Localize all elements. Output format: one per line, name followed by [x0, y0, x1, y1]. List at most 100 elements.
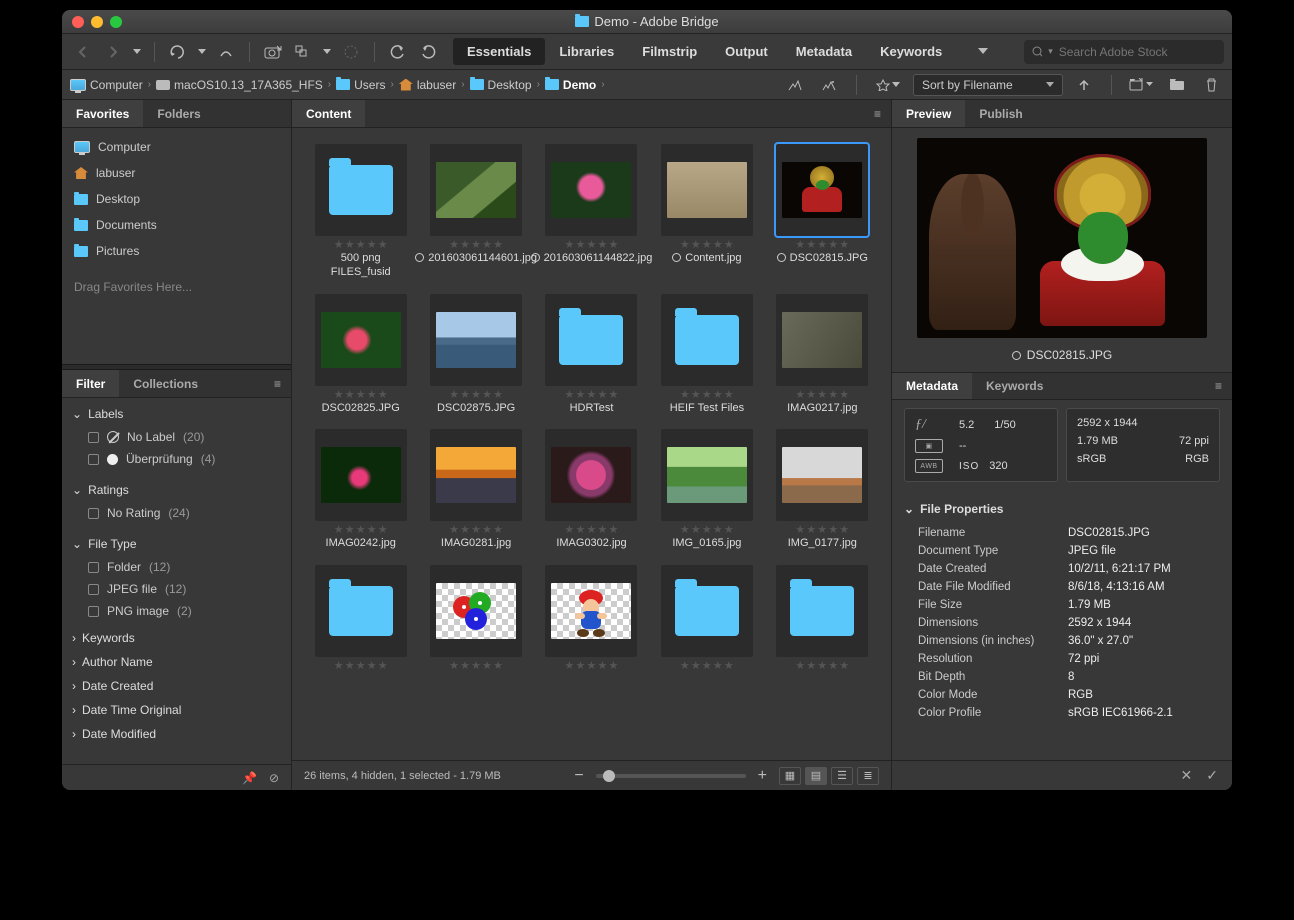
favorite-item[interactable]: Desktop [62, 186, 291, 212]
refine-dropdown[interactable] [320, 40, 334, 64]
breadcrumb[interactable]: Computer [70, 78, 143, 92]
workspace-metadata[interactable]: Metadata [782, 38, 866, 65]
rating-stars[interactable]: ★★★★★ [564, 240, 618, 250]
filter-section-header[interactable]: ›Author Name [62, 650, 291, 674]
thumbnail-quality-2-button[interactable] [816, 73, 842, 97]
filter-opt-jpeg[interactable]: JPEG file (12) [62, 578, 291, 600]
folder-item[interactable]: ★★★★★ [308, 565, 413, 673]
image-item[interactable]: ★★★★★201603061144822.jpg [539, 144, 644, 280]
filter-opt-norating[interactable]: No Rating (24) [62, 502, 291, 524]
favorite-item[interactable]: Pictures [62, 238, 291, 264]
view-grid-lock-button[interactable]: ▦ [779, 767, 801, 785]
thumbnail[interactable] [545, 144, 637, 236]
preview-image[interactable] [917, 138, 1207, 338]
stock-search[interactable]: ▾ [1024, 40, 1224, 64]
panel-menu-icon[interactable]: ≡ [264, 370, 291, 397]
workspace-keywords[interactable]: Keywords [866, 38, 956, 65]
view-thumbnails-button[interactable]: ▤ [805, 767, 827, 785]
favorite-item[interactable]: Computer [62, 134, 291, 160]
filter-opt-nolabel[interactable]: No Label (20) [62, 426, 291, 448]
workspace-essentials[interactable]: Essentials [453, 38, 545, 65]
filter-section-header[interactable]: ›Date Time Original [62, 698, 291, 722]
rating-stars[interactable]: ★★★★★ [564, 661, 618, 671]
image-item[interactable]: ★★★★★IMAG0302.jpg [539, 429, 644, 551]
thumbnail[interactable] [430, 565, 522, 657]
open-recent-button[interactable] [1126, 73, 1156, 97]
filter-filetype-header[interactable]: ⌄File Type [62, 532, 291, 556]
thumbnail[interactable] [661, 429, 753, 521]
rating-stars[interactable]: ★★★★★ [449, 390, 503, 400]
checkbox[interactable] [88, 562, 99, 573]
tab-preview[interactable]: Preview [892, 100, 965, 127]
rating-stars[interactable]: ★★★★★ [795, 661, 849, 671]
view-list-button[interactable]: ≣ [857, 767, 879, 785]
thumbnail[interactable] [430, 429, 522, 521]
tab-folders[interactable]: Folders [143, 100, 214, 127]
folder-item[interactable]: ★★★★★ [654, 565, 759, 673]
checkbox[interactable] [88, 454, 99, 465]
thumbnail[interactable] [661, 565, 753, 657]
checkbox[interactable] [88, 508, 99, 519]
rating-stars[interactable]: ★★★★★ [449, 525, 503, 535]
thumbnail[interactable] [315, 144, 407, 236]
close-window-button[interactable] [72, 16, 84, 28]
cancel-icon[interactable]: ⊘ [269, 771, 279, 785]
zoom-in-button[interactable]: + [758, 767, 767, 785]
get-photos-button[interactable] [260, 40, 286, 64]
filter-opt-folder[interactable]: Folder (12) [62, 556, 291, 578]
image-item[interactable]: ★★★★★IMG_0177.jpg [770, 429, 875, 551]
view-details-button[interactable]: ☰ [831, 767, 853, 785]
thumbnail[interactable] [776, 429, 868, 521]
breadcrumb[interactable]: Desktop [470, 78, 532, 92]
boomerang-button[interactable] [165, 40, 191, 64]
filter-labels-header[interactable]: ⌄Labels [62, 402, 291, 426]
rotate-cw-button[interactable] [415, 40, 441, 64]
filter-section-header[interactable]: ›Date Modified [62, 722, 291, 746]
rating-stars[interactable]: ★★★★★ [564, 525, 618, 535]
breadcrumb[interactable]: Demo [545, 78, 596, 92]
workspace-output[interactable]: Output [711, 38, 782, 65]
thumbnail[interactable] [545, 429, 637, 521]
thumbnail[interactable] [776, 294, 868, 386]
tab-keywords[interactable]: Keywords [972, 373, 1057, 399]
thumbnail[interactable] [315, 294, 407, 386]
filter-section-header[interactable]: ›Date Created [62, 674, 291, 698]
zoom-window-button[interactable] [110, 16, 122, 28]
stock-search-input[interactable] [1059, 45, 1216, 59]
thumbnail-quality-button[interactable] [782, 73, 808, 97]
apply-metadata-button[interactable]: ✓ [1206, 767, 1218, 784]
image-item[interactable]: ★★★★★ [539, 565, 644, 673]
filter-by-rating-button[interactable] [871, 73, 905, 97]
thumbnail[interactable] [430, 144, 522, 236]
image-item[interactable]: ★★★★★Content.jpg [654, 144, 759, 280]
tab-content[interactable]: Content [292, 100, 365, 127]
favorite-item[interactable]: Documents [62, 212, 291, 238]
minimize-window-button[interactable] [91, 16, 103, 28]
thumbnail[interactable] [776, 144, 868, 236]
folder-item[interactable]: ★★★★★500 png FILES_fusid [308, 144, 413, 280]
thumbnail[interactable] [661, 144, 753, 236]
image-item[interactable]: ★★★★★IMAG0217.jpg [770, 294, 875, 416]
thumbnail[interactable] [545, 565, 637, 657]
rating-stars[interactable]: ★★★★★ [334, 240, 388, 250]
image-item[interactable]: ★★★★★IMAG0242.jpg [308, 429, 413, 551]
pin-icon[interactable]: 📌 [242, 771, 257, 785]
checkbox[interactable] [88, 606, 99, 617]
rotate-ccw-button[interactable] [385, 40, 411, 64]
image-item[interactable]: ★★★★★ [423, 565, 528, 673]
filter-opt-png[interactable]: PNG image (2) [62, 600, 291, 622]
breadcrumb[interactable]: labuser [399, 78, 456, 92]
delete-button[interactable] [1198, 73, 1224, 97]
rating-stars[interactable]: ★★★★★ [795, 390, 849, 400]
image-item[interactable]: ★★★★★IMG_0165.jpg [654, 429, 759, 551]
tab-publish[interactable]: Publish [965, 100, 1036, 127]
rating-stars[interactable]: ★★★★★ [680, 390, 734, 400]
rating-stars[interactable]: ★★★★★ [680, 525, 734, 535]
checkbox[interactable] [88, 432, 99, 443]
workspace-libraries[interactable]: Libraries [545, 38, 628, 65]
panel-menu-icon[interactable]: ≡ [864, 100, 891, 127]
file-properties-header[interactable]: ⌄File Properties [904, 494, 1220, 524]
rating-stars[interactable]: ★★★★★ [680, 661, 734, 671]
thumbnail[interactable] [776, 565, 868, 657]
folder-item[interactable]: ★★★★★ [770, 565, 875, 673]
